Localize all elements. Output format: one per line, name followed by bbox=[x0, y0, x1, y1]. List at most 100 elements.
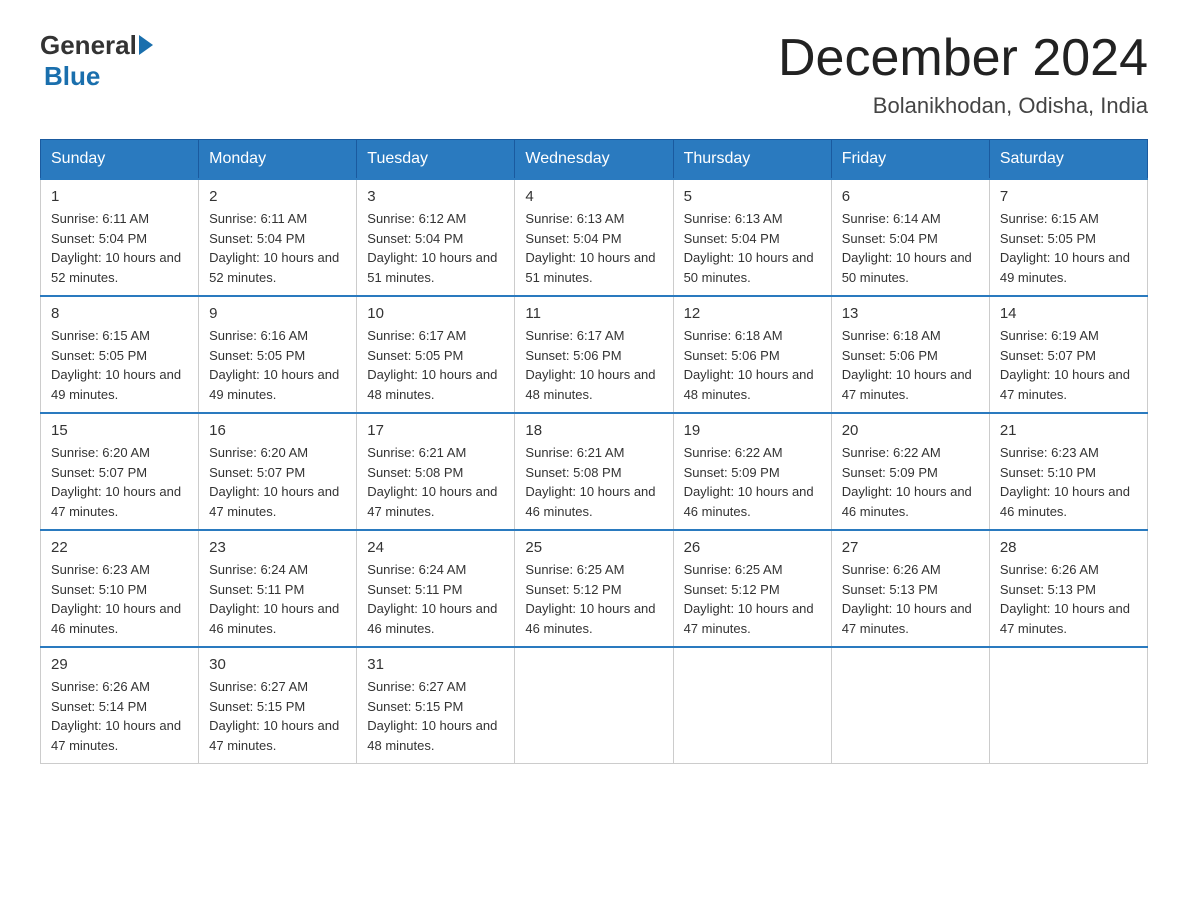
calendar-cell: 23 Sunrise: 6:24 AMSunset: 5:11 PMDayligh… bbox=[199, 530, 357, 647]
day-number: 17 bbox=[367, 422, 504, 439]
calendar-cell: 14 Sunrise: 6:19 AMSunset: 5:07 PMDayligh… bbox=[989, 296, 1147, 413]
day-number: 7 bbox=[1000, 188, 1137, 205]
calendar-cell: 3 Sunrise: 6:12 AMSunset: 5:04 PMDaylight… bbox=[357, 179, 515, 296]
day-number: 16 bbox=[209, 422, 346, 439]
day-number: 25 bbox=[525, 539, 662, 556]
day-info: Sunrise: 6:11 AMSunset: 5:04 PMDaylight:… bbox=[51, 209, 188, 287]
day-number: 6 bbox=[842, 188, 979, 205]
day-info: Sunrise: 6:13 AMSunset: 5:04 PMDaylight:… bbox=[684, 209, 821, 287]
calendar-table: SundayMondayTuesdayWednesdayThursdayFrid… bbox=[40, 139, 1148, 764]
calendar-cell: 18 Sunrise: 6:21 AMSunset: 5:08 PMDayligh… bbox=[515, 413, 673, 530]
day-number: 27 bbox=[842, 539, 979, 556]
day-number: 30 bbox=[209, 656, 346, 673]
day-number: 28 bbox=[1000, 539, 1137, 556]
header-sunday: Sunday bbox=[41, 140, 199, 180]
calendar-cell: 25 Sunrise: 6:25 AMSunset: 5:12 PMDayligh… bbox=[515, 530, 673, 647]
day-info: Sunrise: 6:15 AMSunset: 5:05 PMDaylight:… bbox=[51, 326, 188, 404]
day-info: Sunrise: 6:24 AMSunset: 5:11 PMDaylight:… bbox=[209, 560, 346, 638]
logo-general-text: General bbox=[40, 30, 137, 61]
day-info: Sunrise: 6:16 AMSunset: 5:05 PMDaylight:… bbox=[209, 326, 346, 404]
day-info: Sunrise: 6:21 AMSunset: 5:08 PMDaylight:… bbox=[525, 443, 662, 521]
day-number: 29 bbox=[51, 656, 188, 673]
day-number: 11 bbox=[525, 305, 662, 322]
day-info: Sunrise: 6:19 AMSunset: 5:07 PMDaylight:… bbox=[1000, 326, 1137, 404]
day-number: 9 bbox=[209, 305, 346, 322]
calendar-cell: 17 Sunrise: 6:21 AMSunset: 5:08 PMDayligh… bbox=[357, 413, 515, 530]
day-info: Sunrise: 6:22 AMSunset: 5:09 PMDaylight:… bbox=[842, 443, 979, 521]
header-saturday: Saturday bbox=[989, 140, 1147, 180]
calendar-cell: 16 Sunrise: 6:20 AMSunset: 5:07 PMDayligh… bbox=[199, 413, 357, 530]
day-info: Sunrise: 6:23 AMSunset: 5:10 PMDaylight:… bbox=[1000, 443, 1137, 521]
calendar-cell: 26 Sunrise: 6:25 AMSunset: 5:12 PMDayligh… bbox=[673, 530, 831, 647]
calendar-cell: 30Sunrise: 6:27 AMSunset: 5:15 PMDayligh… bbox=[199, 647, 357, 764]
calendar-week-row: 22Sunrise: 6:23 AMSunset: 5:10 PMDayligh… bbox=[41, 530, 1148, 647]
day-info: Sunrise: 6:20 AMSunset: 5:07 PMDaylight:… bbox=[51, 443, 188, 521]
calendar-cell bbox=[989, 647, 1147, 764]
calendar-cell: 28 Sunrise: 6:26 AMSunset: 5:13 PMDayligh… bbox=[989, 530, 1147, 647]
day-number: 31 bbox=[367, 656, 504, 673]
calendar-cell bbox=[515, 647, 673, 764]
day-number: 26 bbox=[684, 539, 821, 556]
day-info: Sunrise: 6:15 AMSunset: 5:05 PMDaylight:… bbox=[1000, 209, 1137, 287]
day-number: 21 bbox=[1000, 422, 1137, 439]
calendar-cell: 12Sunrise: 6:18 AMSunset: 5:06 PMDayligh… bbox=[673, 296, 831, 413]
day-info: Sunrise: 6:20 AMSunset: 5:07 PMDaylight:… bbox=[209, 443, 346, 521]
calendar-cell: 15 Sunrise: 6:20 AMSunset: 5:07 PMDayligh… bbox=[41, 413, 199, 530]
day-info: Sunrise: 6:17 AMSunset: 5:05 PMDaylight:… bbox=[367, 326, 504, 404]
calendar-cell: 7 Sunrise: 6:15 AMSunset: 5:05 PMDaylight… bbox=[989, 179, 1147, 296]
day-number: 12 bbox=[684, 305, 821, 322]
day-number: 22 bbox=[51, 539, 188, 556]
header-tuesday: Tuesday bbox=[357, 140, 515, 180]
day-number: 4 bbox=[525, 188, 662, 205]
calendar-week-row: 1 Sunrise: 6:11 AMSunset: 5:04 PMDaylight… bbox=[41, 179, 1148, 296]
calendar-cell: 9 Sunrise: 6:16 AMSunset: 5:05 PMDaylight… bbox=[199, 296, 357, 413]
day-info: Sunrise: 6:17 AMSunset: 5:06 PMDaylight:… bbox=[525, 326, 662, 404]
calendar-cell: 20Sunrise: 6:22 AMSunset: 5:09 PMDayligh… bbox=[831, 413, 989, 530]
day-info: Sunrise: 6:25 AMSunset: 5:12 PMDaylight:… bbox=[525, 560, 662, 638]
day-number: 15 bbox=[51, 422, 188, 439]
day-info: Sunrise: 6:18 AMSunset: 5:06 PMDaylight:… bbox=[842, 326, 979, 404]
calendar-cell: 10 Sunrise: 6:17 AMSunset: 5:05 PMDayligh… bbox=[357, 296, 515, 413]
calendar-week-row: 15 Sunrise: 6:20 AMSunset: 5:07 PMDayligh… bbox=[41, 413, 1148, 530]
day-number: 10 bbox=[367, 305, 504, 322]
day-number: 14 bbox=[1000, 305, 1137, 322]
calendar-cell: 1 Sunrise: 6:11 AMSunset: 5:04 PMDaylight… bbox=[41, 179, 199, 296]
calendar-cell bbox=[673, 647, 831, 764]
calendar-cell: 2 Sunrise: 6:11 AMSunset: 5:04 PMDaylight… bbox=[199, 179, 357, 296]
header-monday: Monday bbox=[199, 140, 357, 180]
day-info: Sunrise: 6:11 AMSunset: 5:04 PMDaylight:… bbox=[209, 209, 346, 287]
calendar-cell: 19 Sunrise: 6:22 AMSunset: 5:09 PMDayligh… bbox=[673, 413, 831, 530]
day-number: 23 bbox=[209, 539, 346, 556]
day-number: 18 bbox=[525, 422, 662, 439]
day-info: Sunrise: 6:12 AMSunset: 5:04 PMDaylight:… bbox=[367, 209, 504, 287]
logo-arrow-icon bbox=[139, 35, 153, 55]
day-number: 3 bbox=[367, 188, 504, 205]
day-info: Sunrise: 6:13 AMSunset: 5:04 PMDaylight:… bbox=[525, 209, 662, 287]
day-number: 13 bbox=[842, 305, 979, 322]
day-number: 24 bbox=[367, 539, 504, 556]
day-info: Sunrise: 6:14 AMSunset: 5:04 PMDaylight:… bbox=[842, 209, 979, 287]
month-title: December 2024 bbox=[778, 30, 1148, 87]
calendar-cell: 11 Sunrise: 6:17 AMSunset: 5:06 PMDayligh… bbox=[515, 296, 673, 413]
title-section: December 2024 Bolanikhodan, Odisha, Indi… bbox=[778, 30, 1148, 119]
day-info: Sunrise: 6:27 AMSunset: 5:15 PMDaylight:… bbox=[367, 677, 504, 755]
day-number: 1 bbox=[51, 188, 188, 205]
calendar-cell: 5Sunrise: 6:13 AMSunset: 5:04 PMDaylight… bbox=[673, 179, 831, 296]
day-info: Sunrise: 6:22 AMSunset: 5:09 PMDaylight:… bbox=[684, 443, 821, 521]
calendar-cell: 21 Sunrise: 6:23 AMSunset: 5:10 PMDayligh… bbox=[989, 413, 1147, 530]
calendar-cell: 31 Sunrise: 6:27 AMSunset: 5:15 PMDayligh… bbox=[357, 647, 515, 764]
calendar-cell: 22Sunrise: 6:23 AMSunset: 5:10 PMDayligh… bbox=[41, 530, 199, 647]
day-number: 2 bbox=[209, 188, 346, 205]
day-info: Sunrise: 6:24 AMSunset: 5:11 PMDaylight:… bbox=[367, 560, 504, 638]
calendar-header-row: SundayMondayTuesdayWednesdayThursdayFrid… bbox=[41, 140, 1148, 180]
calendar-cell: 13 Sunrise: 6:18 AMSunset: 5:06 PMDayligh… bbox=[831, 296, 989, 413]
day-info: Sunrise: 6:26 AMSunset: 5:13 PMDaylight:… bbox=[842, 560, 979, 638]
day-info: Sunrise: 6:25 AMSunset: 5:12 PMDaylight:… bbox=[684, 560, 821, 638]
day-info: Sunrise: 6:21 AMSunset: 5:08 PMDaylight:… bbox=[367, 443, 504, 521]
day-info: Sunrise: 6:26 AMSunset: 5:13 PMDaylight:… bbox=[1000, 560, 1137, 638]
calendar-cell: 29Sunrise: 6:26 AMSunset: 5:14 PMDayligh… bbox=[41, 647, 199, 764]
calendar-cell: 6 Sunrise: 6:14 AMSunset: 5:04 PMDaylight… bbox=[831, 179, 989, 296]
day-number: 19 bbox=[684, 422, 821, 439]
page-header: General Blue December 2024 Bolanikhodan,… bbox=[40, 30, 1148, 119]
location-subtitle: Bolanikhodan, Odisha, India bbox=[778, 93, 1148, 119]
